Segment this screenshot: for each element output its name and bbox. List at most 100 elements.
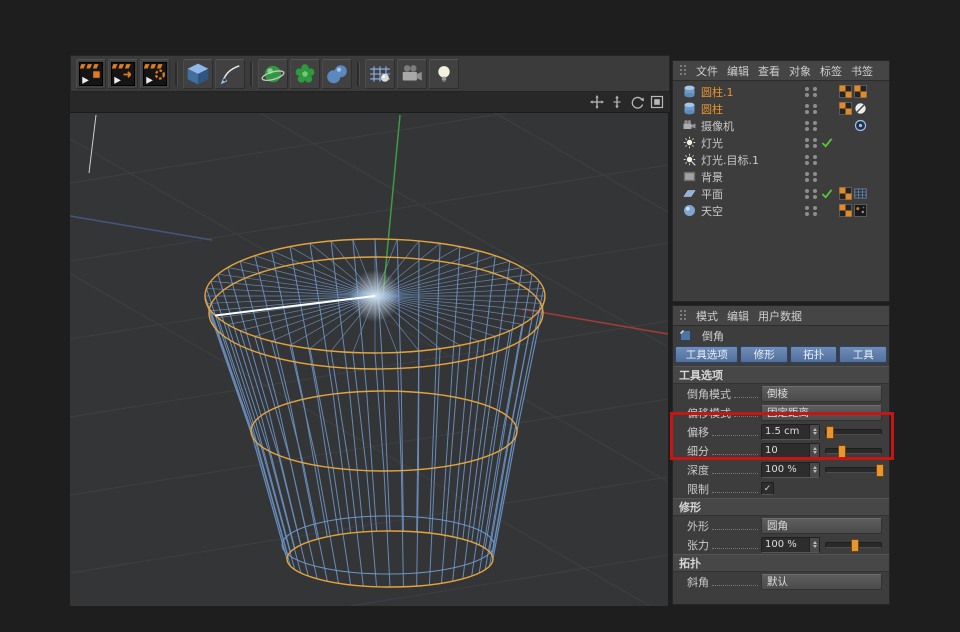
spinner-arrows[interactable] (809, 538, 819, 552)
object-row[interactable]: 平面 (673, 185, 889, 202)
menu-item[interactable]: 查看 (758, 63, 780, 79)
enabled-toggle[interactable] (821, 120, 833, 132)
menu-item[interactable]: 编辑 (727, 308, 749, 324)
enabled-toggle[interactable] (821, 171, 833, 183)
floor-grid-icon[interactable] (365, 59, 395, 89)
checker-tag-icon[interactable] (854, 85, 867, 98)
slider-handle[interactable] (851, 539, 859, 552)
slider-handle[interactable] (826, 426, 834, 439)
enabled-check-icon[interactable] (821, 137, 833, 149)
visibility-dots[interactable] (805, 189, 809, 199)
visibility-dots[interactable] (805, 155, 809, 165)
number-input[interactable]: 10 (761, 443, 820, 459)
enabled-toggle[interactable] (821, 154, 833, 166)
enabled-toggle[interactable] (821, 103, 833, 115)
menu-item[interactable]: 标签 (820, 63, 842, 79)
slider-handle[interactable] (838, 445, 846, 458)
menu-item[interactable]: 模式 (696, 308, 718, 324)
attribute-tab[interactable]: 工具 (839, 346, 887, 363)
enabled-toggle[interactable] (821, 205, 833, 217)
darktex-tag-icon[interactable] (854, 204, 867, 217)
section-header[interactable]: 拓扑 (673, 554, 889, 572)
toggle-view-icon[interactable] (649, 95, 664, 110)
visibility-dots[interactable] (813, 87, 817, 97)
dropdown[interactable]: 倒棱 (761, 386, 882, 402)
slider[interactable] (825, 448, 882, 454)
object-name[interactable]: 圆柱 (701, 101, 723, 117)
checker-tag-icon[interactable] (839, 187, 852, 200)
object-name[interactable]: 平面 (701, 186, 723, 202)
menu-item[interactable]: 书签 (851, 63, 873, 79)
enabled-toggle[interactable] (821, 86, 833, 98)
object-name[interactable]: 圆柱.1 (701, 84, 734, 100)
object-name[interactable]: 背景 (701, 169, 723, 185)
menu-item[interactable]: 文件 (696, 63, 718, 79)
visibility-dots[interactable] (813, 121, 817, 131)
target-tag-icon[interactable] (854, 119, 867, 132)
object-row[interactable]: 灯光 (673, 134, 889, 151)
visibility-dots[interactable] (805, 121, 809, 131)
deformer-icon[interactable] (322, 59, 352, 89)
visibility-dots[interactable] (813, 189, 817, 199)
object-row[interactable]: 摄像机 (673, 117, 889, 134)
slider[interactable] (825, 429, 882, 435)
attribute-tab[interactable]: 工具选项 (675, 346, 738, 363)
dropdown[interactable]: 圆角 (761, 518, 882, 534)
rotate-view-icon[interactable] (629, 95, 644, 110)
dropdown[interactable]: 固定距离 (761, 405, 882, 421)
section-header[interactable]: 工具选项 (673, 366, 889, 384)
object-name[interactable]: 灯光 (701, 135, 723, 151)
light-tool-icon[interactable] (429, 59, 459, 89)
object-name[interactable]: 摄像机 (701, 118, 734, 134)
object-name[interactable]: 灯光.目标.1 (701, 152, 759, 168)
number-input[interactable]: 100 % (761, 462, 820, 478)
take-settings-icon[interactable] (140, 59, 170, 89)
slider[interactable] (825, 467, 882, 473)
object-row[interactable]: 背景 (673, 168, 889, 185)
take-capture-icon[interactable] (108, 59, 138, 89)
visibility-dots[interactable] (805, 87, 809, 97)
menu-item[interactable]: 用户数据 (758, 308, 802, 324)
visibility-dots[interactable] (805, 138, 809, 148)
number-input[interactable]: 1.5 cm (761, 424, 820, 440)
slider[interactable] (825, 542, 882, 548)
panel-grip-icon[interactable] (679, 309, 687, 322)
grid-tag-icon[interactable] (854, 187, 867, 200)
spinner-arrows[interactable] (809, 463, 819, 477)
slider-handle[interactable] (876, 464, 884, 477)
object-row[interactable]: 灯光.目标.1 (673, 151, 889, 168)
generator-sphere-icon[interactable] (258, 59, 288, 89)
attribute-tab[interactable]: 修形 (740, 346, 788, 363)
spinner-arrows[interactable] (809, 444, 819, 458)
visibility-dots[interactable] (813, 155, 817, 165)
menu-item[interactable]: 编辑 (727, 63, 749, 79)
pen-spline-icon[interactable] (215, 59, 245, 89)
object-row[interactable]: 天空 (673, 202, 889, 219)
checker-tag-icon[interactable] (839, 85, 852, 98)
array-generator-icon[interactable] (290, 59, 320, 89)
object-row[interactable]: 圆柱 (673, 100, 889, 117)
dropdown[interactable]: 默认 (761, 574, 882, 590)
object-row[interactable]: 圆柱.1 (673, 83, 889, 100)
attribute-tab[interactable]: 拓扑 (790, 346, 838, 363)
number-input[interactable]: 100 % (761, 537, 820, 553)
cube-primitive-icon[interactable] (183, 59, 213, 89)
checker-tag-icon[interactable] (839, 204, 852, 217)
enabled-check-icon[interactable] (821, 188, 833, 200)
viewport-3d[interactable] (70, 112, 668, 606)
visibility-dots[interactable] (813, 172, 817, 182)
visibility-dots[interactable] (805, 206, 809, 216)
checker-tag-icon[interactable] (839, 102, 852, 115)
panel-grip-icon[interactable] (679, 64, 687, 77)
visibility-dots[interactable] (813, 104, 817, 114)
visibility-dots[interactable] (813, 206, 817, 216)
phongoff-tag-icon[interactable] (854, 102, 867, 115)
object-name[interactable]: 天空 (701, 203, 723, 219)
section-header[interactable]: 修形 (673, 498, 889, 516)
dolly-view-icon[interactable] (609, 95, 624, 110)
spinner-arrows[interactable] (809, 425, 819, 439)
menu-item[interactable]: 对象 (789, 63, 811, 79)
camera-tool-icon[interactable] (397, 59, 427, 89)
take-record-icon[interactable] (76, 59, 106, 89)
checkbox[interactable]: ✓ (761, 482, 774, 495)
